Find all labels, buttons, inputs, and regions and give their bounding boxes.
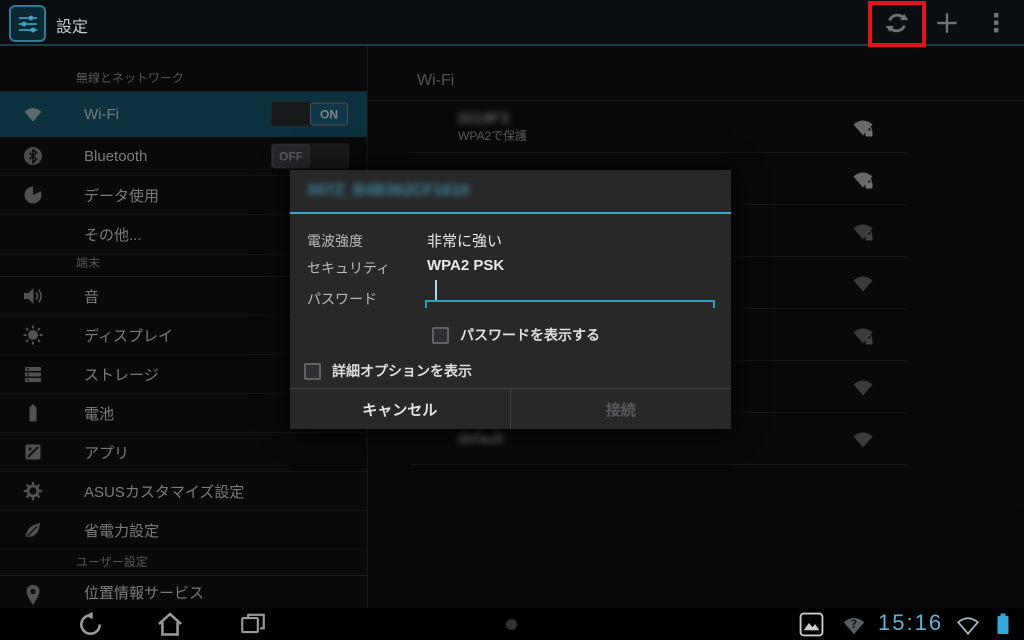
sliders-icon	[15, 11, 41, 37]
battery-status-icon	[995, 612, 1011, 636]
settings-screen: 設定	[0, 0, 1024, 640]
wifi-question-status-icon: ?	[841, 614, 867, 636]
dialog-title-ssid-blurred: 007Z_B4B362CF1610	[290, 170, 731, 212]
add-network-button[interactable]	[932, 8, 962, 38]
checkbox-icon	[432, 327, 449, 344]
page-title: 設定	[56, 13, 88, 37]
home-icon	[156, 611, 184, 637]
cancel-button[interactable]: キャンセル	[290, 389, 511, 429]
text-cursor	[435, 280, 437, 300]
recent-apps-icon	[239, 611, 267, 637]
overflow-menu-button[interactable]	[981, 8, 1011, 38]
signal-strength-label: 電波強度	[307, 231, 363, 251]
password-input[interactable]	[425, 278, 715, 302]
back-button[interactable]	[73, 611, 107, 637]
settings-app-icon	[9, 5, 46, 42]
security-value: WPA2 PSK	[427, 257, 504, 274]
signal-strength-value: 非常に強い	[427, 230, 502, 251]
wifi-connect-dialog: 007Z_B4B362CF1610 電波強度 非常に強い セキュリティ WPA2…	[290, 170, 731, 429]
system-nav-bar: ? 15:16	[0, 608, 1024, 640]
svg-text:?: ?	[851, 617, 858, 631]
password-field-wrap	[425, 278, 715, 308]
security-label: セキュリティ	[307, 258, 390, 278]
status-clock[interactable]: 15:16	[878, 610, 943, 636]
password-label: パスワード	[307, 289, 377, 309]
overflow-menu-icon	[985, 10, 1007, 36]
connect-button-disabled[interactable]: 接続	[511, 389, 732, 429]
back-icon	[77, 611, 103, 637]
screenshot-notification-icon[interactable]	[799, 612, 824, 637]
show-password-checkbox[interactable]: パスワードを表示する	[432, 325, 600, 345]
checkbox-icon	[304, 363, 321, 380]
advanced-options-checkbox[interactable]: 詳細オプションを表示	[304, 361, 472, 381]
annotation-highlight-box	[868, 1, 926, 47]
dialog-button-bar: キャンセル 接続	[290, 388, 731, 429]
home-button[interactable]	[153, 611, 187, 637]
menu-dot-indicator	[506, 619, 517, 630]
wifi-empty-status-icon	[955, 614, 981, 636]
plus-icon	[934, 10, 960, 36]
recent-apps-button[interactable]	[236, 611, 270, 637]
dialog-title-divider	[290, 212, 731, 214]
